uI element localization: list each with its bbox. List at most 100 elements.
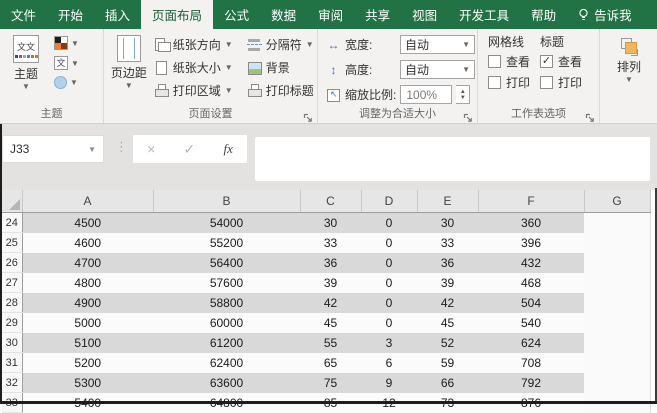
cell-A25[interactable]: 4600 xyxy=(22,233,153,253)
cell-E25[interactable]: 33 xyxy=(417,233,478,253)
cell-F30[interactable]: 624 xyxy=(478,333,584,353)
cell-B28[interactable]: 58800 xyxy=(153,293,300,313)
cell-C24[interactable]: 30 xyxy=(300,213,361,233)
cell-B30[interactable]: 61200 xyxy=(153,333,300,353)
row-header-24[interactable]: 24 xyxy=(2,213,22,233)
gridlines-view-row[interactable]: 查看 xyxy=(488,53,530,70)
cell-C29[interactable]: 45 xyxy=(300,313,361,333)
cell-A27[interactable]: 4800 xyxy=(22,273,153,293)
ribbon-tab-插入[interactable]: 插入 xyxy=(94,0,141,29)
gridlines-view-checkbox[interactable] xyxy=(488,55,501,68)
cell-D28[interactable]: 0 xyxy=(361,293,417,313)
cell-D25[interactable]: 0 xyxy=(361,233,417,253)
column-header-E[interactable]: E xyxy=(417,190,478,213)
cell-E32[interactable]: 66 xyxy=(417,373,478,393)
cancel-icon[interactable]: × xyxy=(147,141,155,157)
cell-D26[interactable]: 0 xyxy=(361,253,417,273)
cell-G31[interactable] xyxy=(584,353,650,373)
scale-spinner[interactable]: ▲▼ xyxy=(456,85,470,104)
cell-D29[interactable]: 0 xyxy=(361,313,417,333)
cell-G27[interactable] xyxy=(584,273,650,293)
column-header-G[interactable]: G xyxy=(584,190,650,213)
column-header-B[interactable]: B xyxy=(153,190,300,213)
cell-E30[interactable]: 52 xyxy=(417,333,478,353)
cell-C25[interactable]: 33 xyxy=(300,233,361,253)
theme-fonts-button[interactable]: 文 ▼ xyxy=(54,56,79,70)
row-header-31[interactable]: 31 xyxy=(2,353,22,373)
cell-B29[interactable]: 60000 xyxy=(153,313,300,333)
cell-E28[interactable]: 42 xyxy=(417,293,478,313)
cell-A30[interactable]: 5100 xyxy=(22,333,153,353)
enter-icon[interactable]: ✓ xyxy=(184,141,196,158)
ribbon-tab-开始[interactable]: 开始 xyxy=(47,0,94,29)
cell-A28[interactable]: 4900 xyxy=(22,293,153,313)
cell-G24[interactable] xyxy=(584,213,650,233)
row-header-27[interactable]: 27 xyxy=(2,273,22,293)
cell-D24[interactable]: 0 xyxy=(361,213,417,233)
cell-B31[interactable]: 62400 xyxy=(153,353,300,373)
cell-E31[interactable]: 59 xyxy=(417,353,478,373)
headings-print-row[interactable]: 打印 xyxy=(540,74,582,91)
cell-F28[interactable]: 504 xyxy=(478,293,584,313)
print-area-button[interactable]: 打印区域 ▼ xyxy=(154,79,243,102)
scale-dialog-launcher[interactable] xyxy=(463,110,473,120)
row-header-30[interactable]: 30 xyxy=(2,333,22,353)
ribbon-tab-文件[interactable]: 文件 xyxy=(0,0,47,29)
select-all-button[interactable] xyxy=(2,190,22,213)
cell-B27[interactable]: 57600 xyxy=(153,273,300,293)
ribbon-tab-视图[interactable]: 视图 xyxy=(401,0,448,29)
ribbon-tab-告诉我[interactable]: 告诉我 xyxy=(567,0,643,29)
scale-input[interactable]: 100% xyxy=(400,85,452,104)
insert-function-icon[interactable]: fx xyxy=(223,141,232,157)
cell-G32[interactable] xyxy=(584,373,650,393)
ribbon-tab-公式[interactable]: 公式 xyxy=(213,0,260,29)
name-box[interactable]: J33 ▼ xyxy=(2,135,104,163)
row-header-29[interactable]: 29 xyxy=(2,313,22,333)
headings-view-row[interactable]: ✓ 查看 xyxy=(540,53,582,70)
cell-A32[interactable]: 5300 xyxy=(22,373,153,393)
height-dropdown[interactable]: 自动▼ xyxy=(400,60,475,79)
cell-G29[interactable] xyxy=(584,313,650,333)
cell-C31[interactable]: 65 xyxy=(300,353,361,373)
cell-G30[interactable] xyxy=(584,333,650,353)
cell-A31[interactable]: 5200 xyxy=(22,353,153,373)
cell-E29[interactable]: 45 xyxy=(417,313,478,333)
cell-G25[interactable] xyxy=(584,233,650,253)
paper-size-button[interactable]: 纸张大小 ▼ xyxy=(154,56,243,79)
headings-print-checkbox[interactable] xyxy=(540,76,553,89)
cell-C32[interactable]: 75 xyxy=(300,373,361,393)
ribbon-tab-帮助[interactable]: 帮助 xyxy=(520,0,567,29)
cell-F26[interactable]: 432 xyxy=(478,253,584,273)
cell-F29[interactable]: 540 xyxy=(478,313,584,333)
sheet-options-dialog-launcher[interactable] xyxy=(585,110,595,120)
cell-F32[interactable]: 792 xyxy=(478,373,584,393)
theme-effects-button[interactable]: ▼ xyxy=(54,76,79,89)
print-titles-button[interactable]: 打印标题 xyxy=(247,79,315,102)
column-header-D[interactable]: D xyxy=(361,190,417,213)
cell-C30[interactable]: 55 xyxy=(300,333,361,353)
column-header-A[interactable]: A xyxy=(22,190,153,213)
arrange-button[interactable]: 排列 ▼ xyxy=(607,33,651,107)
theme-colors-button[interactable]: ▼ xyxy=(54,36,79,50)
breaks-button[interactable]: 分隔符 ▼ xyxy=(247,33,315,56)
themes-button[interactable]: 文文 主题 ▼ xyxy=(4,33,48,107)
headings-view-checkbox[interactable]: ✓ xyxy=(540,55,553,68)
gridlines-print-checkbox[interactable] xyxy=(488,76,501,89)
cell-C28[interactable]: 42 xyxy=(300,293,361,313)
orientation-button[interactable]: 纸张方向 ▼ xyxy=(154,33,243,56)
cell-A29[interactable]: 5000 xyxy=(22,313,153,333)
ribbon-tab-数据[interactable]: 数据 xyxy=(260,0,307,29)
background-button[interactable]: 背景 xyxy=(247,56,315,79)
cell-D30[interactable]: 3 xyxy=(361,333,417,353)
cell-B24[interactable]: 54000 xyxy=(153,213,300,233)
cell-B25[interactable]: 55200 xyxy=(153,233,300,253)
cell-F27[interactable]: 468 xyxy=(478,273,584,293)
row-header-32[interactable]: 32 xyxy=(2,373,22,393)
cell-A26[interactable]: 4700 xyxy=(22,253,153,273)
cell-C27[interactable]: 39 xyxy=(300,273,361,293)
formula-bar-splitter[interactable]: ⋮ xyxy=(115,139,128,155)
cell-D32[interactable]: 9 xyxy=(361,373,417,393)
cell-E27[interactable]: 39 xyxy=(417,273,478,293)
cell-F24[interactable]: 360 xyxy=(478,213,584,233)
row-header-26[interactable]: 26 xyxy=(2,253,22,273)
